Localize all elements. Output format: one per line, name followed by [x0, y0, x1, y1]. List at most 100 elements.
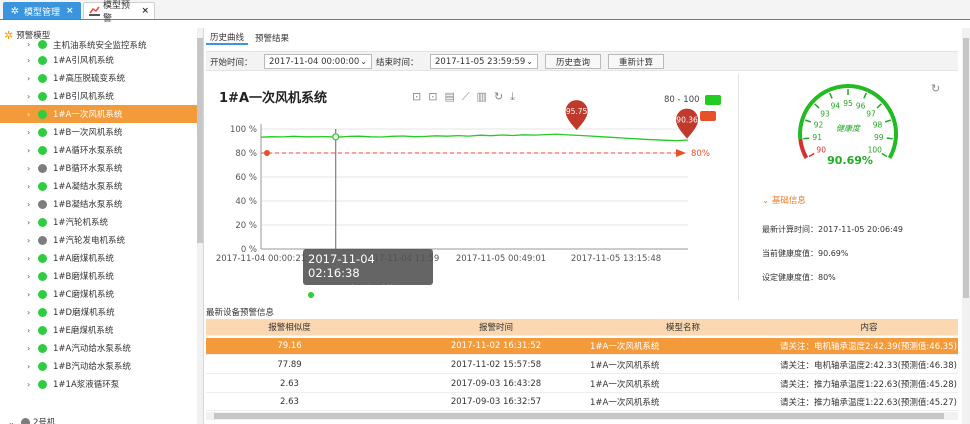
tree-item[interactable]: › 1#A汽动给水泵系统 [0, 339, 198, 357]
tree-item[interactable]: › 1#A凝结水泵系统 [0, 177, 198, 195]
chevron-right-icon: › [27, 361, 31, 371]
gauge-tick [881, 152, 888, 158]
chevron-right-icon: › [27, 253, 31, 263]
status-dot [38, 361, 47, 371]
status-dot [21, 417, 30, 424]
tree-item[interactable]: › 主机油系统安全监控系统 [0, 39, 198, 51]
gauge-tick [886, 137, 893, 140]
tree-scroll-thumb[interactable] [197, 38, 203, 243]
max-value-pin: 95.75 [565, 100, 588, 131]
chevron-right-icon: › [27, 73, 31, 83]
tree-item[interactable]: › 1#汽轮机系统 [0, 213, 198, 231]
tree-item[interactable]: › 1#高压脱硫变系统 [0, 69, 198, 87]
status-dot [38, 253, 47, 263]
tree-item-unit2[interactable]: ⌄ 2号机 [0, 413, 198, 424]
tree-item[interactable]: › 1#A循环水泵系统 [0, 141, 198, 159]
status-dot [38, 181, 47, 191]
table-row[interactable]: 77.89 2017-11-02 15:57:58 1#A一次风机系统 请关注：电机轴… [206, 357, 958, 374]
tab-model-management[interactable]: ✲ 模型管理 × [3, 2, 81, 19]
status-dot [38, 307, 47, 317]
tab-model-warning[interactable]: 模型预警 × [83, 1, 155, 24]
gauge-tick-label: 90 [816, 146, 826, 155]
tree-item[interactable]: › 1#D磨煤机系统 [0, 303, 198, 321]
tab-label: 模型管理 [24, 7, 61, 18]
status-dot [38, 379, 47, 389]
tree-item[interactable]: › 1#B汽动给水泵系统 [0, 357, 198, 375]
y-tick-label: 20 % [235, 221, 257, 231]
tree-item[interactable]: › 1#B引风机系统 [0, 87, 198, 105]
refresh-icon[interactable]: ↻ [931, 82, 940, 95]
tree-item[interactable]: › 1#E磨煤机系统 [0, 321, 198, 339]
tree-item[interactable]: › 1#汽轮发电机系统 [0, 231, 198, 249]
gauge-tick [808, 152, 815, 158]
table-row-selected[interactable]: 79.16 2017-11-02 16:31:52 1#A一次风机系统 请关注：电机轴… [206, 338, 958, 355]
sub-tabs: 历史曲线 预警结果 [206, 31, 296, 45]
chevron-down-icon: ⌄ [360, 57, 367, 66]
status-dot [38, 109, 47, 119]
filter-bar: 开始时间： 2017-11-04 00:00:00 ⌄ 结束时间： 2017-1… [206, 51, 958, 71]
start-time-input[interactable]: 2017-11-04 00:00:00 ⌄ [264, 54, 372, 69]
recalculate-button[interactable]: 重新计算 [608, 54, 664, 69]
gauge-tick [863, 92, 867, 99]
status-dot [38, 271, 47, 281]
chevron-right-icon: › [27, 127, 31, 137]
chevron-right-icon: › [27, 163, 31, 173]
tree-item[interactable]: › 1#B循环水泵系统 [0, 159, 198, 177]
status-dot [38, 55, 47, 65]
tab-history-curve[interactable]: 历史曲线 [206, 31, 249, 45]
tree-item-selected[interactable]: › 1#A一次风机系统 [0, 105, 198, 123]
end-time-input[interactable]: 2017-11-05 23:59:59 ⌄ [430, 54, 538, 69]
tab-label: 模型预警 [103, 1, 131, 24]
close-icon[interactable]: × [66, 6, 74, 16]
line-chart[interactable]: 100 %80 %60 %40 %20 %0 %2017-11-04 00:00… [206, 74, 739, 300]
status-dot [38, 199, 47, 209]
table-title: 最新设备预警信息 [206, 308, 275, 318]
tree-item[interactable]: › 1#A磨煤机系统 [0, 249, 198, 267]
gauge-tick-label: 91 [812, 133, 822, 142]
scroll-thumb[interactable] [214, 413, 944, 419]
x-tick-label: 2017-11-05 00:49:01 [456, 254, 546, 264]
gauge-tick [803, 137, 810, 140]
gauge-arc-red [798, 138, 809, 159]
chevron-right-icon: › [27, 289, 31, 299]
scroll-thumb[interactable] [963, 38, 969, 298]
table-horizontal-scrollbar[interactable] [206, 412, 958, 420]
table-row[interactable]: 2.63 2017-09-03 16:43:28 1#A一次风机系统 请关注：推力轴承… [206, 376, 958, 393]
gauge-tick-label: 95 [843, 99, 853, 108]
basic-info-heading[interactable]: ⌄ 基础信息 [762, 194, 806, 206]
health-gauge: 9091929394 95 96979899100健康度90.69% [798, 84, 898, 167]
tree-item[interactable]: › 1#A引风机系统 [0, 51, 198, 69]
status-dot [38, 40, 47, 49]
close-icon[interactable]: × [141, 6, 149, 16]
tree-item[interactable]: › 1#B凝结水泵系统 [0, 195, 198, 213]
series-dot [308, 291, 314, 298]
status-dot [38, 343, 47, 353]
chevron-right-icon: › [27, 217, 31, 227]
gauge-tick [814, 103, 820, 109]
gauge-tick-label: 94 [831, 102, 841, 111]
chevron-right-icon: › [27, 307, 31, 317]
tree-item[interactable]: › 1#B磨煤机系统 [0, 267, 198, 285]
table-row[interactable]: 2.63 2017-09-03 16:32:57 1#A一次风机系统 请关注：推力轴承… [206, 394, 958, 411]
hover-point [332, 133, 340, 141]
tree-item[interactable]: › 1#1A浆液循环泵 [0, 375, 198, 393]
chevron-right-icon: › [27, 235, 31, 245]
last-value-pin: 90.36 [676, 108, 699, 139]
chevron-right-icon: › [27, 181, 31, 191]
chart-tooltip: 2017-11-04 02:16:38 1#A一次风机系统 : 93.49 [303, 249, 433, 307]
chevron-down-icon: ⌄ [8, 417, 15, 424]
gauge-tick [804, 119, 812, 123]
tree-item[interactable]: › 1#B一次风机系统 [0, 123, 198, 141]
tree-scrollbar[interactable] [197, 28, 203, 424]
pin-label: 90.36 [676, 116, 698, 125]
gauge-tick-label: 93 [820, 109, 830, 118]
gauge-value: 90.69% [827, 154, 873, 167]
tab-warning-result[interactable]: 预警结果 [251, 31, 293, 45]
chart-icon [89, 5, 100, 17]
tree-item[interactable]: › 1#C磨煤机系统 [0, 285, 198, 303]
chevron-right-icon: › [27, 379, 31, 389]
current-health: 当前健康度值：90.69% [762, 249, 849, 258]
history-query-button[interactable]: 历史查询 [545, 54, 601, 69]
panel-vertical-scrollbar[interactable] [962, 28, 970, 424]
tools-icon: ✲ [10, 5, 20, 17]
